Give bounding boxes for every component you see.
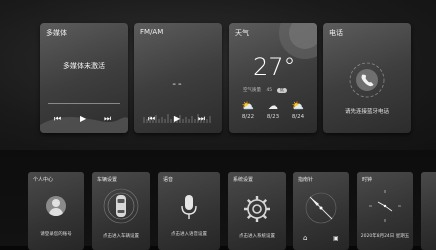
car-icon (103, 188, 139, 224)
app-title: 系统设置 (233, 177, 254, 183)
car-small-icon[interactable]: ▣ (333, 235, 339, 242)
radio-play-icon[interactable]: ▶ (174, 115, 180, 123)
phone-status: 请先连接蓝牙电话 (344, 109, 389, 115)
home-icon[interactable]: ⌂ (303, 234, 307, 242)
weather-aqi-value: 45 (266, 88, 273, 93)
app-card-clock[interactable]: 时钟 2020年8月24日 星期五 (357, 172, 413, 250)
weather-temperature: 27° (253, 53, 296, 81)
app-caption: 请登录您的账号 (40, 232, 72, 237)
gear-icon (244, 196, 270, 222)
app-title: 时钟 (362, 177, 373, 183)
compass-icon (305, 192, 337, 224)
app-card-profile[interactable]: 个人中心 请登录您的账号 (28, 172, 84, 250)
sun-cloud-icon: ⛅ (291, 101, 305, 112)
app-title: 车辆设置 (97, 177, 118, 183)
clock-icon (369, 190, 401, 222)
app-card-partial[interactable] (421, 172, 436, 250)
app-title: 个人中心 (33, 177, 54, 183)
radio-frequency: -- (172, 79, 184, 90)
forecast-date: 8/22 (241, 114, 255, 120)
radio-title: FM/AM (140, 28, 164, 36)
app-caption: 点击进入语音设置 (171, 232, 207, 237)
forecast-day: ⛅ 8/24 (286, 101, 310, 120)
media-next-icon[interactable]: ⏭ (104, 115, 111, 123)
avatar-icon (46, 196, 66, 216)
app-title: 语音 (163, 177, 174, 183)
weather-title: 天气 (235, 29, 249, 37)
forecast-date: 8/24 (291, 114, 305, 120)
weather-aqi-level: 优 (276, 88, 288, 93)
sun-cloud-icon: ⛅ (241, 101, 255, 112)
app-caption: 点击进入系统设置 (239, 234, 275, 239)
app-caption: 2020年8月24日 星期五 (360, 234, 410, 239)
weather-aqi: 空气质量 45 优 (243, 87, 288, 93)
app-caption: 点击进入车辆设置 (103, 234, 139, 239)
forecast-date: 8/23 (266, 114, 280, 120)
microphone-icon (181, 195, 197, 219)
radio-next-icon[interactable]: ⏭ (198, 115, 205, 123)
phone-title: 电话 (329, 29, 343, 37)
app-title: 指南针 (298, 177, 314, 183)
app-card-vehicle[interactable]: 车辆设置 点击进入车辆设置 (92, 172, 150, 250)
forecast-day: ⛅ 8/22 (236, 101, 260, 120)
media-status: 多媒体未激活 (63, 62, 105, 70)
phone-card[interactable]: 电话 请先连接蓝牙电话 (323, 23, 411, 133)
media-card[interactable]: 多媒体 多媒体未激活 ⏮ ▶ ⏭ (40, 23, 128, 133)
phone-icon (349, 62, 385, 98)
forecast-day: ☁ 8/23 (261, 101, 285, 120)
app-card-compass[interactable]: 指南针 ⌂ ▣ (293, 172, 349, 250)
weather-aqi-label: 空气质量 (243, 88, 261, 93)
media-title: 多媒体 (46, 29, 67, 37)
radio-card[interactable]: FM/AM -- ⏮ ▶ ⏭ (134, 23, 222, 133)
rain-cloud-icon: ☁ (268, 101, 278, 112)
media-prev-icon[interactable]: ⏮ (54, 115, 61, 123)
weather-card[interactable]: 天气 27° 空气质量 45 优 ⛅ 8/22 ☁ 8/23 ⛅ 8/24 (229, 23, 317, 133)
app-card-settings[interactable]: 系统设置 点击进入系统设置 (228, 172, 286, 250)
media-play-icon[interactable]: ▶ (80, 115, 86, 123)
radio-prev-icon[interactable]: ⏮ (148, 115, 155, 123)
app-card-voice[interactable]: 语音 点击进入语音设置 (158, 172, 220, 250)
